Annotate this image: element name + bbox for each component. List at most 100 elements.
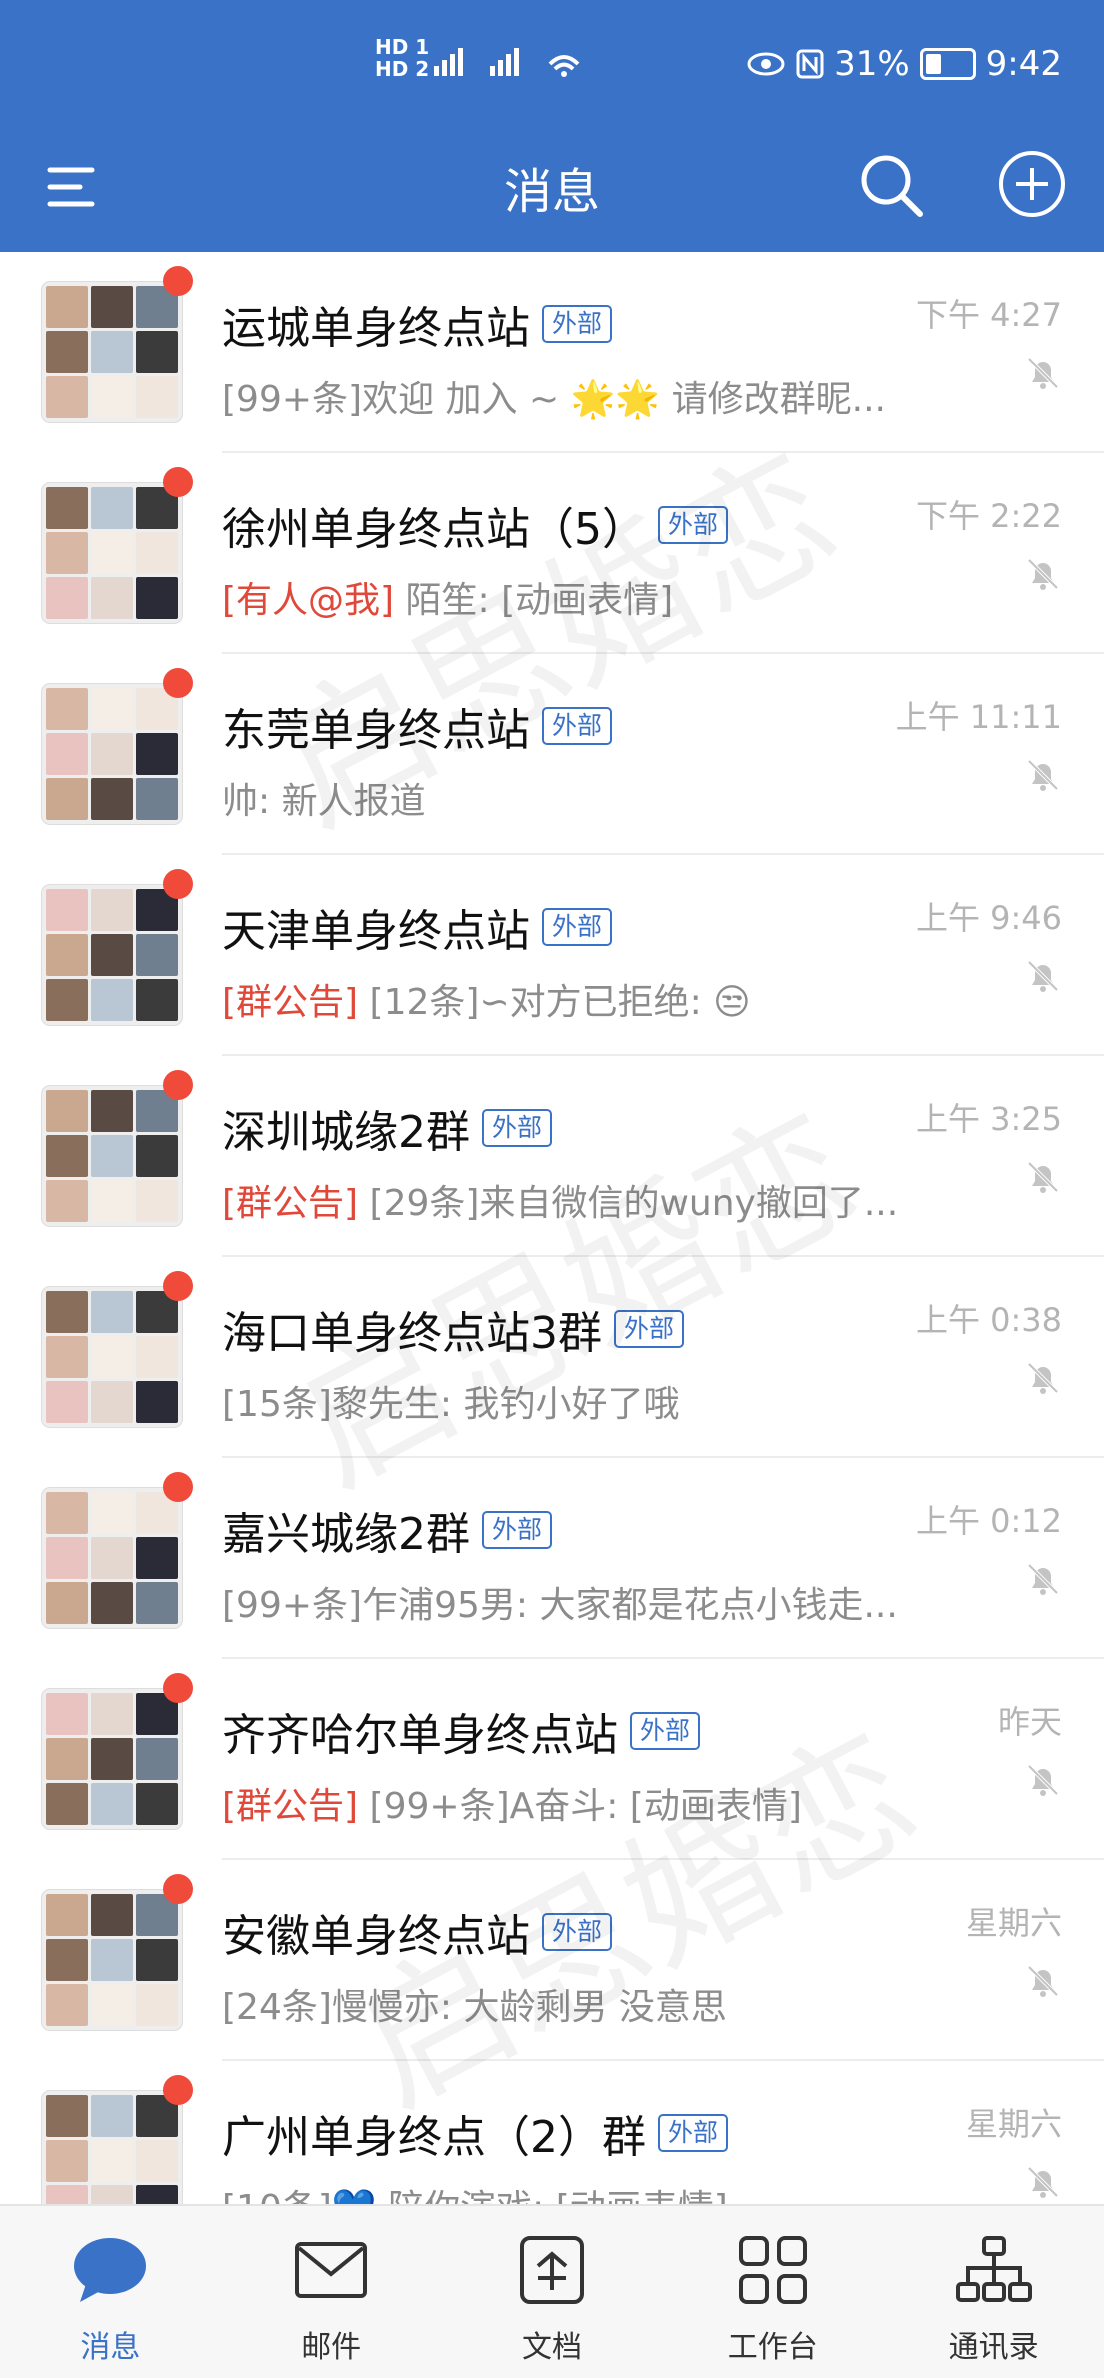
preview-text: [15条]黎先生: 我钓小好了哦 [222, 1384, 680, 1425]
preview-tag: [有人@我] [222, 580, 395, 621]
unread-dot [163, 2075, 193, 2105]
timestamp: 下午 4:27 [915, 296, 1062, 334]
conversation-row[interactable]: 运城单身终点站 外部 [99+条]欢迎 加入 ~ 🌟🌟 请修改群昵... 下午 … [0, 252, 1104, 453]
conversation-list[interactable]: 运城单身终点站 外部 [99+条]欢迎 加入 ~ 🌟🌟 请修改群昵... 下午 … [0, 252, 1104, 2204]
sim-indicator: HD 1 HD 2 [375, 35, 430, 81]
mute-bell-icon [1027, 1965, 1059, 1997]
tab-messages[interactable]: 消息 [0, 2206, 221, 2378]
preview-text: [10条]💙 陪你演戏: [动画表情] [222, 2188, 728, 2204]
conversation-title: 天津单身终点站 外部 [222, 895, 613, 959]
mute-bell-icon [1027, 960, 1059, 992]
group-avatar[interactable] [42, 885, 182, 1025]
conversation-name: 嘉兴城缘2群 [222, 1509, 470, 1560]
conversation-title: 徐州单身终点站（5） 外部 [222, 493, 729, 557]
conversation-row[interactable]: 广州单身终点（2）群 外部 [10条]💙 陪你演戏: [动画表情] 星期六 [0, 2061, 1104, 2204]
mute-bell-icon [1027, 558, 1059, 590]
preview-text: [29条]来自微信的wuny撤回了... [369, 1183, 899, 1224]
group-avatar[interactable] [42, 1488, 182, 1628]
group-avatar[interactable] [42, 1689, 182, 1829]
conversation-name: 安徽单身终点站 [222, 1911, 530, 1962]
group-avatar[interactable] [42, 684, 182, 824]
preview-tag: [群公告] [222, 1183, 359, 1224]
battery-percent: 31% [834, 44, 910, 84]
message-preview: [99+条]乍浦95男: 大家都是花点小钱走... [222, 1576, 942, 1628]
conversation-title: 海口单身终点站3群 外部 [222, 1297, 685, 1361]
mute-bell-icon [1027, 759, 1059, 791]
conversation-row[interactable]: 嘉兴城缘2群 外部 [99+条]乍浦95男: 大家都是花点小钱走... 上午 0… [0, 1458, 1104, 1659]
contacts-tree-icon [955, 2236, 1032, 2302]
preview-text: 陌笙: [动画表情] [405, 580, 674, 621]
conversation-row[interactable]: 安徽单身终点站 外部 [24条]慢慢亦: 大龄剩男 没意思 星期六 [0, 1860, 1104, 2061]
mute-bell-icon [1027, 1362, 1059, 1394]
conversation-row[interactable]: 齐齐哈尔单身终点站 外部 [群公告] [99+条]A奋斗: [动画表情] 昨天 [0, 1659, 1104, 1860]
external-badge: 外部 [614, 1310, 685, 1348]
tab-contacts[interactable]: 通讯录 [883, 2206, 1104, 2378]
external-badge: 外部 [542, 707, 613, 745]
search-icon[interactable] [856, 150, 926, 220]
message-preview: [群公告] [12条]∽对方已拒绝: 😒 [222, 973, 942, 1025]
group-avatar[interactable] [42, 483, 182, 623]
document-icon [519, 2236, 584, 2304]
mute-bell-icon [1027, 1563, 1059, 1595]
tab-label: 邮件 [301, 2330, 362, 2365]
preview-tag: [群公告] [222, 982, 359, 1023]
tab-label: 通讯录 [948, 2330, 1039, 2365]
tab-label: 工作台 [727, 2330, 818, 2365]
conversation-row[interactable]: 海口单身终点站3群 外部 [15条]黎先生: 我钓小好了哦 上午 0:38 [0, 1257, 1104, 1458]
external-badge: 外部 [482, 1109, 553, 1147]
group-avatar[interactable] [42, 282, 182, 422]
conversation-title: 齐齐哈尔单身终点站 外部 [222, 1699, 701, 1763]
group-avatar[interactable] [42, 1890, 182, 2030]
preview-text: [99+条]乍浦95男: 大家都是花点小钱走... [222, 1585, 898, 1626]
conversation-row[interactable]: 东莞单身终点站 外部 帅: 新人报道 上午 11:11 [0, 654, 1104, 855]
nfc-icon [796, 49, 824, 79]
bottom-tab-bar: 消息 邮件 文档 工作台 通讯录 [0, 2204, 1104, 2378]
message-preview: [群公告] [99+条]A奋斗: [动画表情] [222, 1777, 942, 1829]
message-preview: [群公告] [29条]来自微信的wuny撤回了... [222, 1174, 942, 1226]
tab-mail[interactable]: 邮件 [221, 2206, 442, 2378]
conversation-row[interactable]: 深圳城缘2群 外部 [群公告] [29条]来自微信的wuny撤回了... 上午 … [0, 1056, 1104, 1257]
app-header: HD 1 HD 2 31% 9:42 消息 [0, 0, 1104, 252]
external-badge: 外部 [542, 1913, 613, 1951]
timestamp: 星期六 [965, 1904, 1062, 1942]
external-badge: 外部 [658, 2114, 729, 2152]
add-icon[interactable] [996, 148, 1068, 220]
mail-icon [295, 2242, 368, 2298]
preview-tag: [群公告] [222, 1786, 359, 1827]
message-preview: [10条]💙 陪你演戏: [动画表情] [222, 2179, 942, 2204]
message-preview: [24条]慢慢亦: 大龄剩男 没意思 [222, 1978, 942, 2030]
group-avatar[interactable] [42, 1086, 182, 1226]
tab-workbench[interactable]: 工作台 [662, 2206, 883, 2378]
network-indicator [434, 42, 594, 88]
tab-docs[interactable]: 文档 [442, 2206, 663, 2378]
unread-dot [163, 1874, 193, 1904]
conversation-title: 安徽单身终点站 外部 [222, 1900, 613, 1964]
conversation-row[interactable]: 天津单身终点站 外部 [群公告] [12条]∽对方已拒绝: 😒 上午 9:46 [0, 855, 1104, 1056]
external-badge: 外部 [658, 506, 729, 544]
preview-text: [99+条]A奋斗: [动画表情] [369, 1786, 802, 1827]
mute-bell-icon [1027, 1161, 1059, 1193]
clock: 9:42 [985, 44, 1062, 84]
timestamp: 上午 11:11 [895, 698, 1062, 736]
tab-label: 文档 [521, 2330, 582, 2365]
preview-text: [12条]∽对方已拒绝: 😒 [369, 982, 751, 1023]
conversation-title: 运城单身终点站 外部 [222, 292, 613, 356]
preview-text: 帅: 新人报道 [222, 781, 426, 822]
title-bar: 消息 [0, 130, 1104, 252]
workbench-grid-icon [738, 2236, 807, 2304]
conversation-name: 海口单身终点站3群 [222, 1308, 602, 1359]
timestamp: 上午 0:12 [915, 1502, 1062, 1540]
conversation-name: 天津单身终点站 [222, 906, 530, 957]
conversation-title: 嘉兴城缘2群 外部 [222, 1498, 553, 1562]
group-avatar[interactable] [42, 1287, 182, 1427]
unread-dot [163, 1472, 193, 1502]
timestamp: 上午 3:25 [915, 1100, 1062, 1138]
conversation-row[interactable]: 徐州单身终点站（5） 外部 [有人@我] 陌笙: [动画表情] 下午 2:22 [0, 453, 1104, 654]
timestamp: 星期六 [965, 2105, 1062, 2143]
status-right: 31% 9:42 [746, 44, 1062, 84]
tab-label: 消息 [80, 2330, 141, 2365]
timestamp: 上午 0:38 [915, 1301, 1062, 1339]
status-bar: HD 1 HD 2 31% 9:42 [0, 0, 1104, 130]
group-avatar[interactable] [42, 2091, 182, 2204]
conversation-title: 东莞单身终点站 外部 [222, 694, 613, 758]
